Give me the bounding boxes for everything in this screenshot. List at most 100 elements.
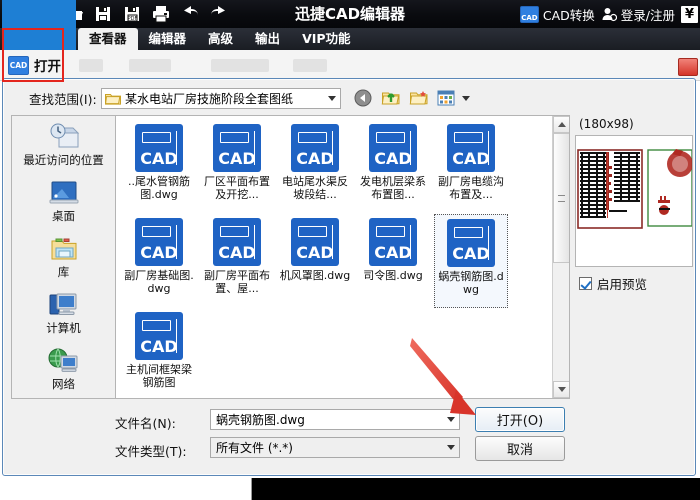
look-in-label: 查找范围(I): [29,91,97,107]
close-window-button[interactable] [678,58,698,76]
sidebar-item-label: 网络 [52,377,75,391]
file-item[interactable]: CAD 厂区平面布置及开挖... [200,120,274,214]
library-icon [47,234,81,264]
look-in-dropdown-arrow[interactable] [323,89,340,108]
cad-icon-text: CAD [374,243,412,262]
sidebar-item-desktop[interactable]: 桌面 [12,172,115,228]
file-name-label: 电站尾水渠反坡段结... [282,175,348,201]
look-in-combobox[interactable]: 某水电站厂房技施阶段全套图纸 [101,87,341,109]
sidebar-item-network[interactable]: 网络 [12,340,115,396]
filename-value[interactable]: 蜗壳钢筋图.dwg [211,411,442,428]
file-name-label: 司令图.dwg [363,269,423,282]
print-icon[interactable] [151,4,171,24]
cad-file-icon: CAD [369,218,417,266]
file-item[interactable]: CAD 发电机层梁系布置图... [356,120,430,214]
view-mode-dropdown-arrow[interactable] [457,89,474,108]
up-folder-icon[interactable] [381,88,401,108]
tab-vip[interactable]: VIP功能 [291,28,362,50]
preview-pane [575,135,693,267]
preview-thumbnail [576,142,692,250]
filetype-dropdown-arrow[interactable] [442,438,459,457]
places-sidebar: 最近访问的位置 桌面 库 计算机 网络 [11,115,115,399]
cad-file-icon: CAD [135,124,183,172]
file-name-label: 主机间框架梁钢筋图 [126,363,192,389]
file-item-selected[interactable]: CAD 蜗壳钢筋图.dwg [434,214,508,308]
file-item[interactable]: CAD 副厂房电缆沟布置及... [434,120,508,214]
new-folder-icon[interactable] [409,88,429,108]
sidebar-item-recent[interactable]: 最近访问的位置 [12,116,115,172]
redo-icon[interactable] [209,4,229,24]
file-list[interactable]: CAD ..尾水管钢筋图.dwg CAD 厂区平面布置及开挖... CAD 电站… [115,115,570,399]
page-bottom-left [0,478,252,500]
back-icon[interactable] [353,88,373,108]
checkbox-box[interactable] [579,277,592,290]
file-item[interactable]: CAD 机风罩图.dwg [278,214,352,308]
login-button[interactable]: 登录/注册 [601,5,675,24]
sidebar-item-library[interactable]: 库 [12,228,115,284]
open-file-dialog: 查找范围(I): 某水电站厂房技施阶段全套图纸 最近访问的位置 桌面 库 计算机… [2,78,696,476]
file-item[interactable]: CAD 司令图.dwg [356,214,430,308]
undo-icon[interactable] [180,4,200,24]
look-in-row: 查找范围(I): 某水电站厂房技施阶段全套图纸 [5,85,693,111]
filetype-combobox[interactable]: 所有文件 (*.*) [210,437,460,458]
file-item[interactable]: CAD 主机间框架梁钢筋图 [122,308,196,398]
filename-combobox[interactable]: 蜗壳钢筋图.dwg [210,409,460,430]
enable-preview-checkbox[interactable]: 启用预览 [579,274,647,293]
login-label: 登录/注册 [620,7,675,23]
desktop-icon [47,178,81,208]
save-pdf-icon[interactable]: PDF [122,4,142,24]
file-name-label: 机风罩图.dwg [279,269,351,282]
file-item[interactable]: CAD 副厂房基础图.dwg [122,214,196,308]
tab-advanced[interactable]: 高级 [197,28,244,50]
cad-file-icon: CAD [291,124,339,172]
cad-convert-icon: CAD [519,5,539,23]
file-name-label: 蜗壳钢筋图.dwg [438,270,504,296]
user-icon [601,6,617,22]
sidebar-item-computer[interactable]: 计算机 [12,284,115,340]
folder-icon [105,92,121,105]
cancel-button[interactable]: 取消 [475,436,565,461]
file-item[interactable]: CAD 副厂房平面布置、屋... [200,214,274,308]
filename-label: 文件名(N): [115,416,176,431]
cad-file-icon: CAD [213,218,261,266]
open-button[interactable]: 打开(O) [475,407,565,432]
file-grid: CAD ..尾水管钢筋图.dwg CAD 厂区平面布置及开挖... CAD 电站… [116,116,553,398]
filetype-value: 所有文件 (*.*) [216,441,293,455]
scrollbar-thumb[interactable] [553,133,569,263]
title-bar: CAD PDF 迅捷CAD编辑器 [0,0,700,28]
look-in-value: 某水电站厂房技施阶段全套图纸 [125,91,294,106]
cad-file-icon: CAD [369,124,417,172]
yen-icon[interactable]: ¥ [681,5,698,23]
cad-icon-text: CAD [452,149,490,168]
tab-output[interactable]: 输出 [244,28,291,50]
sidebar-item-label: 计算机 [46,321,81,335]
tab-file[interactable]: 文件 [2,0,76,50]
sidebar-item-label: 最近访问的位置 [23,153,104,167]
filetype-label: 文件类型(T): [115,444,187,459]
cad-convert-button[interactable]: CAD CAD转换 [519,5,595,24]
cad-file-icon: CAD [135,312,183,360]
cad-icon-text: CAD [140,337,178,356]
cad-icon-text: CAD [140,243,178,262]
page-bottom-right [252,478,700,500]
recent-places-icon [47,122,81,152]
cad-icon-text: CAD [218,243,256,262]
computer-icon [47,290,81,320]
file-list-scrollbar[interactable] [552,116,569,398]
filename-dropdown-arrow[interactable] [442,410,459,429]
cad-icon-text: CAD [374,149,412,168]
view-mode-icon[interactable] [437,89,474,108]
scroll-up-button[interactable] [553,116,569,133]
scroll-down-button[interactable] [553,381,569,398]
application-window: CAD PDF 迅捷CAD编辑器 [0,0,700,500]
cad-file-icon: CAD [447,219,495,267]
save-icon[interactable] [93,4,113,24]
ribbon-open-button[interactable]: CAD 打开 [8,55,61,75]
tab-editor[interactable]: 编辑器 [138,28,198,50]
ribbon-item-placeholder-4 [293,58,327,72]
cad-file-icon: CAD [447,124,495,172]
tab-viewer[interactable]: 查看器 [78,28,138,50]
file-name-label: 副厂房平面布置、屋... [204,269,270,295]
file-item[interactable]: CAD ..尾水管钢筋图.dwg [122,120,196,214]
file-item[interactable]: CAD 电站尾水渠反坡段结... [278,120,352,214]
